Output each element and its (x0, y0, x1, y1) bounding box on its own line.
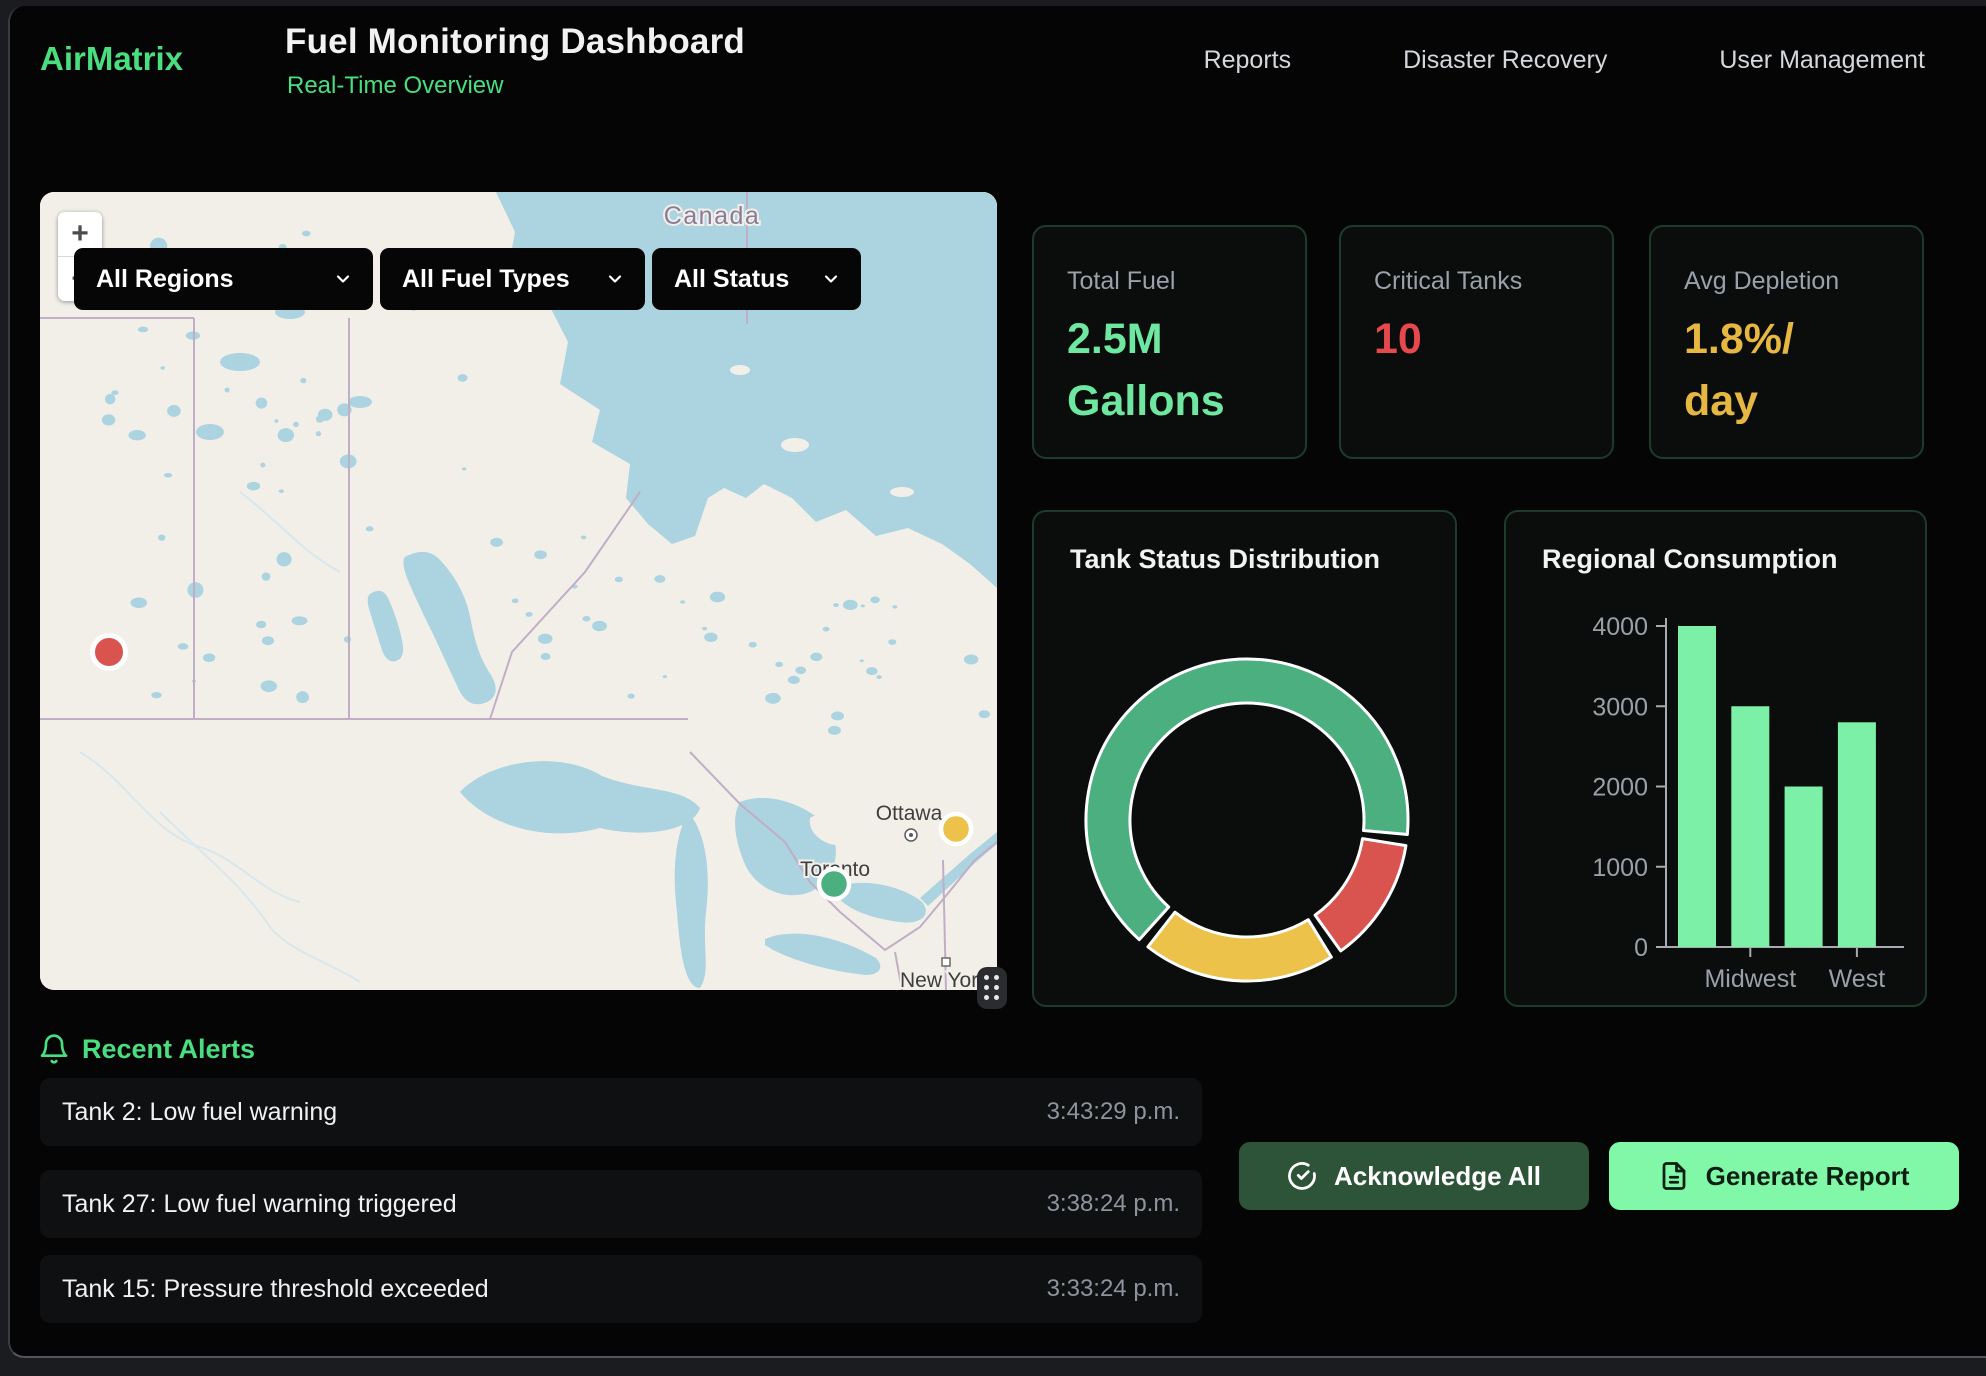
region-filter-value: All Regions (96, 265, 234, 294)
brand-logo: AirMatrix (40, 40, 183, 78)
alert-time: 3:43:29 p.m. (1047, 1098, 1180, 1126)
app-window: AirMatrix Fuel Monitoring Dashboard Real… (8, 6, 1986, 1358)
alert-time: 3:33:24 p.m. (1047, 1275, 1180, 1303)
regional-consumption-bar-chart: 0 1000 2000 3000 4000 Midwest West (1506, 542, 1927, 1005)
label-newyork: New York (900, 969, 989, 990)
stat-value: 2.5MGallons (1067, 308, 1272, 432)
svg-text:West: West (1829, 965, 1886, 993)
map-filter-bar: All Regions All Fuel Types All Status (74, 248, 861, 310)
map-canvas: Canada Ottawa Toronto New York (40, 192, 997, 990)
alert-message: Tank 15: Pressure threshold exceeded (62, 1275, 489, 1304)
alert-row[interactable]: Tank 15: Pressure threshold exceeded 3:3… (40, 1255, 1202, 1323)
check-circle-icon (1287, 1161, 1317, 1191)
label-canada: Canada (664, 202, 761, 230)
svg-text:0: 0 (1634, 934, 1648, 962)
stat-card-total-fuel: Total Fuel 2.5MGallons (1032, 225, 1307, 459)
main-nav: Reports Disaster Recovery User Managemen… (1204, 46, 1925, 75)
nav-item-disaster-recovery[interactable]: Disaster Recovery (1403, 46, 1607, 75)
stat-label: Critical Tanks (1374, 267, 1579, 296)
nav-item-reports[interactable]: Reports (1204, 46, 1292, 75)
generate-report-button[interactable]: Generate Report (1609, 1142, 1959, 1210)
nav-item-user-management[interactable]: User Management (1719, 46, 1925, 75)
svg-text:4000: 4000 (1592, 613, 1648, 641)
alerts-section-title: Recent Alerts (82, 1034, 255, 1065)
normal-tank-marker (819, 869, 849, 899)
chevron-down-icon (333, 269, 353, 289)
page-title: Fuel Monitoring Dashboard (285, 22, 745, 62)
map-resize-grip[interactable] (977, 967, 1007, 1009)
fuel-type-filter-value: All Fuel Types (402, 265, 570, 294)
bell-icon (38, 1032, 70, 1066)
region-filter-dropdown[interactable]: All Regions (74, 248, 373, 310)
stat-label: Avg Depletion (1684, 267, 1889, 296)
warning-tank-marker (941, 814, 971, 844)
chevron-down-icon (605, 269, 625, 289)
tank-status-card: Tank Status Distribution (1032, 510, 1457, 1007)
regional-consumption-card: Regional Consumption 01000200030004000Mi… (1504, 510, 1927, 1007)
stat-value: 1.8%/day (1684, 308, 1889, 432)
svg-text:3000: 3000 (1592, 693, 1648, 721)
status-filter-dropdown[interactable]: All Status (652, 248, 861, 310)
fuel-map[interactable]: Canada Ottawa Toronto New York + − (40, 192, 997, 990)
stat-card-critical-tanks: Critical Tanks 10 (1339, 225, 1614, 459)
acknowledge-all-label: Acknowledge All (1334, 1161, 1541, 1192)
svg-text:Midwest: Midwest (1704, 965, 1796, 993)
fuel-type-filter-dropdown[interactable]: All Fuel Types (380, 248, 645, 310)
generate-report-label: Generate Report (1706, 1161, 1910, 1192)
tank-status-donut-chart (1034, 542, 1457, 997)
stat-label: Total Fuel (1067, 267, 1272, 296)
alert-row[interactable]: Tank 2: Low fuel warning 3:43:29 p.m. (40, 1078, 1202, 1146)
acknowledge-all-button[interactable]: Acknowledge All (1239, 1142, 1589, 1210)
alert-row[interactable]: Tank 27: Low fuel warning triggered 3:38… (40, 1170, 1202, 1238)
alert-message: Tank 27: Low fuel warning triggered (62, 1190, 457, 1219)
stat-card-avg-depletion: Avg Depletion 1.8%/day (1649, 225, 1924, 459)
status-filter-value: All Status (674, 265, 789, 294)
svg-text:1000: 1000 (1592, 854, 1648, 882)
file-text-icon (1659, 1161, 1689, 1191)
stat-value: 10 (1374, 308, 1579, 370)
label-ottawa: Ottawa (876, 802, 943, 825)
alert-message: Tank 2: Low fuel warning (62, 1098, 337, 1127)
page-subtitle: Real-Time Overview (287, 72, 503, 100)
alert-time: 3:38:24 p.m. (1047, 1190, 1180, 1218)
critical-tank-marker (93, 636, 126, 669)
chevron-down-icon (821, 269, 841, 289)
svg-text:2000: 2000 (1592, 774, 1648, 802)
